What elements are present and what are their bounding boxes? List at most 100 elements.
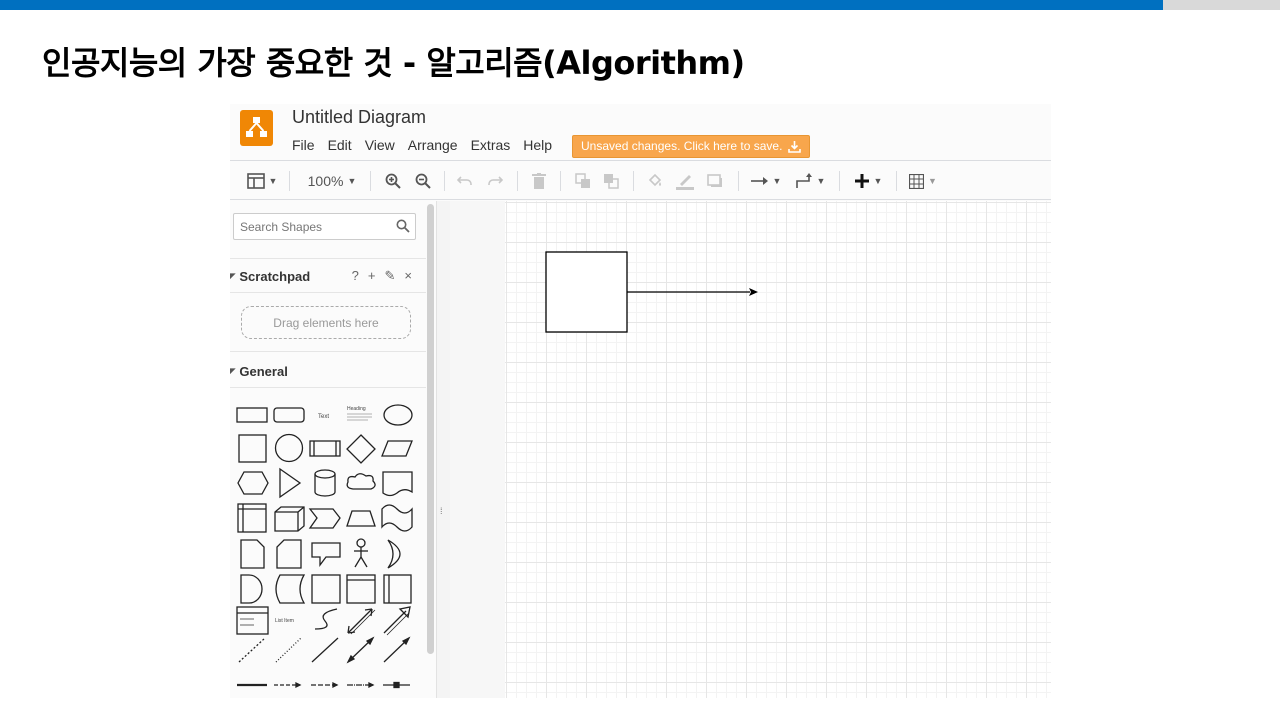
line-color-button[interactable] bbox=[674, 170, 696, 192]
download-icon bbox=[788, 140, 802, 153]
menu-extras[interactable]: Extras bbox=[471, 137, 511, 153]
heading-shape[interactable]: Heading bbox=[347, 406, 366, 412]
sidebar-scrollbar-thumb[interactable] bbox=[427, 204, 434, 654]
fill-color-button[interactable] bbox=[644, 170, 666, 192]
zoom-level: 100% bbox=[307, 173, 344, 189]
container-shape[interactable] bbox=[311, 574, 341, 604]
scratchpad-drop-zone[interactable]: Drag elements here bbox=[241, 306, 411, 339]
drawio-logo-icon[interactable] bbox=[240, 110, 273, 146]
scratchpad-add-icon[interactable]: + bbox=[368, 268, 376, 284]
stored-data-shape[interactable] bbox=[275, 574, 306, 604]
slide: 인공지능의 가장 중요한 것 - 알고리즘(Algorithm) Untitle… bbox=[0, 0, 1280, 720]
search-shapes-box bbox=[233, 213, 416, 240]
heading-lines bbox=[347, 413, 372, 421]
diamond-shape[interactable] bbox=[346, 434, 376, 464]
waypoints-button[interactable]: ▼ bbox=[792, 170, 828, 192]
menu-arrange[interactable]: Arrange bbox=[408, 137, 458, 153]
table-button[interactable]: ▼ bbox=[906, 170, 940, 192]
swimlane-shape[interactable] bbox=[346, 574, 376, 604]
zoom-dropdown[interactable]: 100% ▼ bbox=[304, 170, 360, 192]
process-shape[interactable] bbox=[309, 440, 341, 457]
ellipse-shape[interactable] bbox=[383, 404, 413, 426]
menu-help[interactable]: Help bbox=[523, 137, 552, 153]
connection-style-button[interactable]: ▼ bbox=[748, 170, 784, 192]
menu-edit[interactable]: Edit bbox=[328, 137, 352, 153]
delete-icon bbox=[532, 173, 546, 189]
menu-file[interactable]: File bbox=[292, 137, 315, 153]
undo-button[interactable] bbox=[454, 170, 476, 192]
internal-storage-shape[interactable] bbox=[237, 503, 267, 533]
fill-color-icon bbox=[648, 173, 662, 187]
tape-shape[interactable] bbox=[381, 504, 413, 532]
zoom-in-button[interactable] bbox=[382, 170, 404, 192]
cube-shape[interactable] bbox=[274, 506, 305, 532]
to-back-button[interactable] bbox=[600, 170, 622, 192]
zoom-in-icon bbox=[385, 173, 401, 189]
list-shape[interactable] bbox=[236, 606, 269, 635]
step-shape[interactable] bbox=[308, 508, 341, 529]
vertical-container-shape[interactable] bbox=[383, 574, 412, 604]
dotted-arrow-shape[interactable] bbox=[347, 681, 375, 689]
square-shape[interactable] bbox=[238, 434, 267, 463]
cloud-shape[interactable] bbox=[346, 473, 376, 490]
unsaved-changes-button[interactable]: Unsaved changes. Click here to save. bbox=[572, 135, 811, 158]
diagram-canvas[interactable] bbox=[505, 201, 1051, 698]
sidebar-resize-handle[interactable]: ⁞ bbox=[436, 201, 450, 698]
or-shape[interactable] bbox=[387, 539, 401, 569]
actor-shape[interactable] bbox=[354, 538, 368, 568]
card-shape[interactable] bbox=[276, 539, 302, 569]
dotted-line-shape[interactable] bbox=[275, 637, 302, 663]
rectangle-shape[interactable] bbox=[236, 407, 268, 423]
delete-button[interactable] bbox=[528, 170, 550, 192]
circle-shape[interactable] bbox=[274, 433, 304, 463]
association-shape[interactable] bbox=[383, 681, 410, 689]
format-panel-button[interactable]: ▼ bbox=[244, 170, 280, 192]
drop-hint: Drag elements here bbox=[273, 315, 379, 330]
scratchpad-close-icon[interactable]: × bbox=[404, 268, 412, 284]
general-header[interactable]: ◤ General bbox=[230, 356, 426, 386]
arrow-shape[interactable] bbox=[383, 606, 411, 636]
scratchpad-header[interactable]: ◤ Scratchpad ? + ✎ × bbox=[230, 261, 426, 291]
zoom-out-icon bbox=[415, 173, 431, 189]
list-item-shape[interactable]: List Item bbox=[275, 618, 294, 624]
general-title: General bbox=[239, 363, 288, 379]
canvas-arrow[interactable] bbox=[627, 288, 758, 296]
note-shape[interactable] bbox=[240, 539, 265, 569]
triangle-shape[interactable] bbox=[279, 467, 302, 499]
search-shapes-input[interactable] bbox=[234, 214, 384, 239]
document-title[interactable]: Untitled Diagram bbox=[292, 107, 426, 128]
search-icon[interactable] bbox=[396, 219, 410, 233]
cylinder-shape[interactable] bbox=[314, 469, 336, 497]
text-shape[interactable]: Text bbox=[318, 414, 329, 420]
menu-view[interactable]: View bbox=[365, 137, 395, 153]
rounded-rectangle-shape[interactable] bbox=[273, 407, 305, 423]
scratchpad-edit-icon[interactable]: ✎ bbox=[385, 268, 396, 284]
parallelogram-shape[interactable] bbox=[381, 440, 413, 457]
hexagon-shape[interactable] bbox=[237, 471, 269, 495]
line-shape[interactable] bbox=[311, 637, 339, 663]
link-shape[interactable] bbox=[274, 681, 302, 689]
insert-button[interactable]: ▼ bbox=[850, 170, 886, 192]
directional-connector-shape[interactable] bbox=[383, 636, 411, 663]
slide-title: 인공지능의 가장 중요한 것 - 알고리즘(Algorithm) bbox=[42, 44, 745, 82]
bidirectional-arrow-shape[interactable] bbox=[347, 608, 376, 635]
dashed-line-shape[interactable] bbox=[238, 637, 266, 663]
trapezoid-shape[interactable] bbox=[346, 510, 376, 527]
curve-shape[interactable] bbox=[314, 608, 338, 630]
delay-shape[interactable] bbox=[240, 574, 263, 604]
line-color-icon bbox=[676, 175, 694, 190]
canvas-margin bbox=[450, 201, 505, 698]
callout-shape[interactable] bbox=[311, 542, 341, 567]
scratchpad-help-icon[interactable]: ? bbox=[352, 268, 359, 284]
shadow-button[interactable] bbox=[704, 170, 726, 192]
waypoints-icon bbox=[795, 173, 812, 188]
dashed-arrow-shape[interactable] bbox=[311, 681, 339, 689]
zoom-out-button[interactable] bbox=[412, 170, 434, 192]
redo-button[interactable] bbox=[484, 170, 506, 192]
document-shape[interactable] bbox=[382, 471, 413, 497]
to-front-button[interactable] bbox=[572, 170, 594, 192]
table-icon bbox=[909, 173, 925, 189]
toolbar: ▼ 100% ▼ ▼ ▼ ▼ ▼ bbox=[230, 160, 1051, 200]
bidirectional-connector-shape[interactable] bbox=[346, 636, 375, 664]
canvas-rectangle[interactable] bbox=[545, 251, 628, 333]
